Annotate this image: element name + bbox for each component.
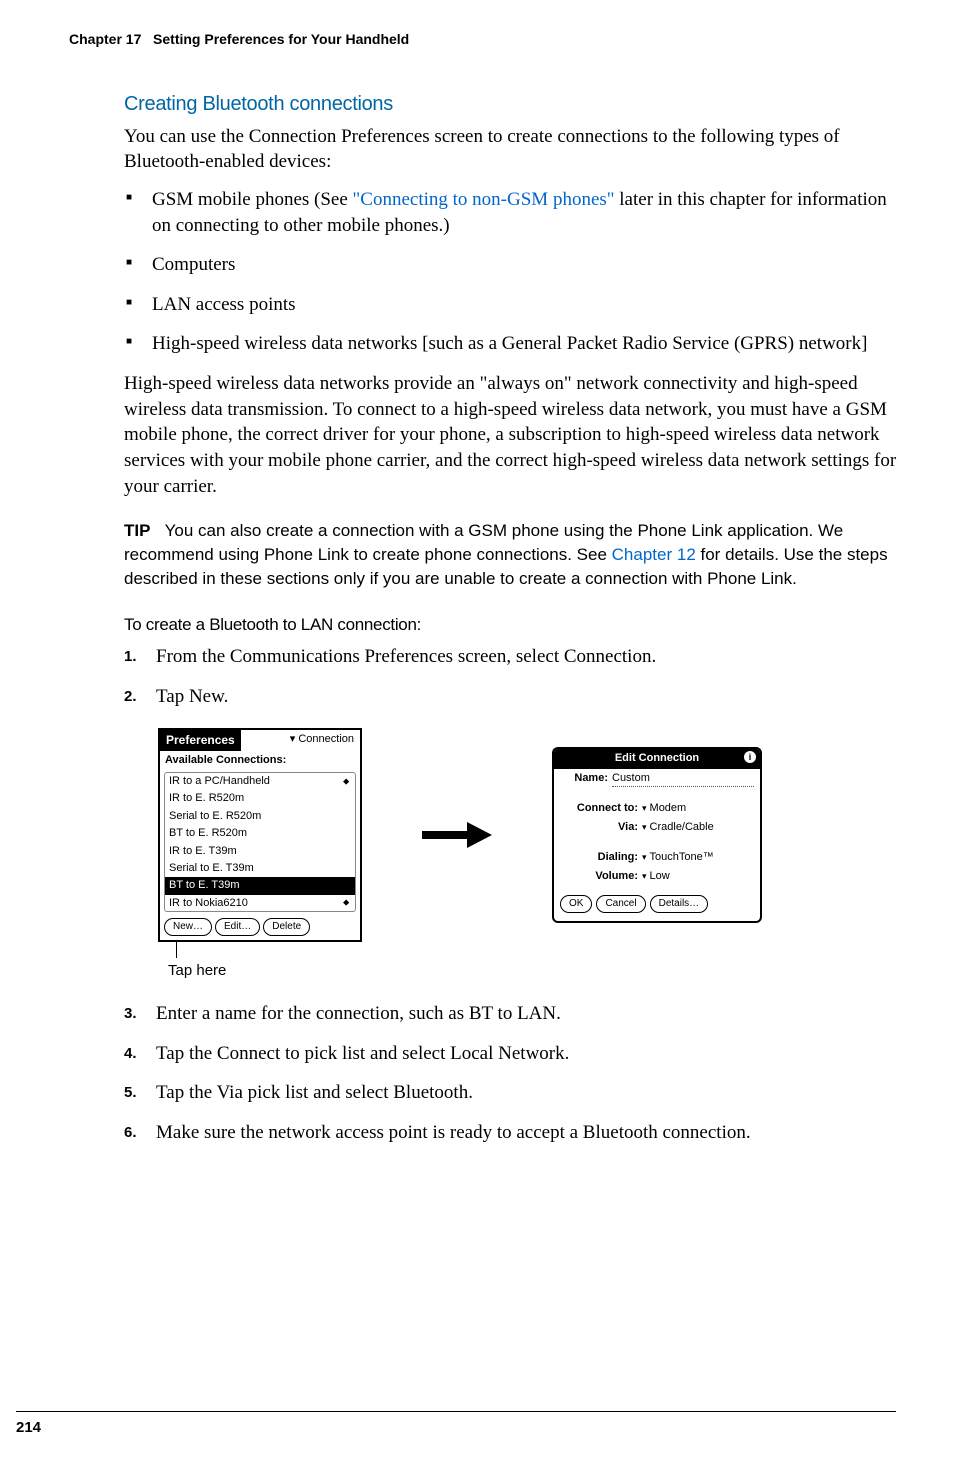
delete-button[interactable]: Delete (263, 918, 310, 936)
page-header: Chapter 17 Setting Preferences for Your … (64, 30, 912, 50)
section-heading: Creating Bluetooth connections (124, 90, 902, 118)
scroll-up-icon[interactable]: ⬥ (343, 775, 353, 788)
step-5: 5. Tap the Via pick list and select Blue… (124, 1080, 902, 1106)
link-chapter-12[interactable]: Chapter 12 (612, 545, 696, 564)
name-field[interactable]: Custom (612, 771, 754, 787)
edit-titlebar: Edit Connection i (554, 749, 760, 768)
tip-label: TIP (124, 521, 150, 540)
new-button[interactable]: New… (164, 918, 212, 936)
list-item[interactable]: IR to Nokia6210 (165, 895, 355, 912)
connect-to-picklist[interactable]: Modem (642, 801, 754, 816)
list-item[interactable]: Serial to E. R520m (165, 808, 355, 825)
prefs-category-dropdown[interactable]: ▾ Connection (241, 730, 360, 749)
chapter-number: Chapter 17 (69, 31, 141, 47)
chapter-title: Setting Preferences for Your Handheld (153, 31, 409, 47)
list-item[interactable]: IR to a PC/Handheld (165, 773, 355, 790)
prefs-subtitle: Available Connections: (160, 751, 360, 770)
step-6: 6. Make sure the network access point is… (124, 1120, 902, 1146)
list-item[interactable]: Serial to E. T39m (165, 860, 355, 877)
dialing-label: Dialing: (560, 850, 642, 865)
details-button[interactable]: Details… (650, 895, 709, 913)
link-non-gsm[interactable]: "Connecting to non-GSM phones" (353, 189, 615, 210)
footer-rule (16, 1411, 896, 1412)
intro-paragraph: You can use the Connection Preferences s… (124, 124, 902, 175)
figure-row: Preferences ▾ Connection Available Conne… (158, 728, 902, 942)
body-paragraph: High-speed wireless data networks provid… (124, 371, 902, 499)
via-label: Via: (560, 820, 642, 835)
bullet-gsm: GSM mobile phones (See "Connecting to no… (124, 187, 902, 238)
list-item[interactable]: BT to E. R520m (165, 825, 355, 842)
bullet-lan: LAN access points (124, 292, 902, 318)
list-item[interactable]: IR to E. R520m (165, 790, 355, 807)
list-item[interactable]: IR to E. T39m (165, 843, 355, 860)
prefs-title: Preferences (160, 730, 241, 751)
arrow-icon (422, 820, 492, 850)
name-label: Name: (560, 771, 612, 786)
dialing-picklist[interactable]: TouchTone™ (642, 850, 754, 865)
step-3: 3. Enter a name for the connection, such… (124, 1001, 902, 1027)
volume-picklist[interactable]: Low (642, 869, 754, 884)
edit-connection-panel: Edit Connection i Name: Custom Connect t… (552, 747, 762, 922)
scroll-down-icon[interactable]: ⬥ (343, 896, 353, 909)
tap-here-callout: Tap here (168, 952, 902, 981)
list-item-selected[interactable]: BT to E. T39m (165, 877, 355, 894)
step-1: 1. From the Communications Preferences s… (124, 644, 902, 670)
page-number: 214 (16, 1417, 41, 1438)
volume-label: Volume: (560, 869, 642, 884)
tip-block: TIP You can also create a connection wit… (124, 519, 902, 590)
cancel-button[interactable]: Cancel (596, 895, 645, 913)
bullet-list: GSM mobile phones (See "Connecting to no… (124, 187, 902, 357)
info-icon[interactable]: i (744, 751, 756, 763)
step-2: 2. Tap New. (124, 684, 902, 710)
connection-list[interactable]: IR to a PC/Handheld IR to E. R520m Seria… (164, 772, 356, 912)
bullet-highspeed: High-speed wireless data networks [such … (124, 331, 902, 357)
procedure-heading: To create a Bluetooth to LAN connection: (124, 613, 902, 637)
ok-button[interactable]: OK (560, 895, 592, 913)
bullet-computers: Computers (124, 252, 902, 278)
via-picklist[interactable]: Cradle/Cable (642, 820, 754, 835)
scroll-arrows[interactable]: ⬥ ⬥ (343, 775, 353, 909)
preferences-panel: Preferences ▾ Connection Available Conne… (158, 728, 362, 942)
connect-to-label: Connect to: (560, 801, 642, 816)
step-4: 4. Tap the Connect to pick list and sele… (124, 1041, 902, 1067)
edit-button[interactable]: Edit… (215, 918, 260, 936)
